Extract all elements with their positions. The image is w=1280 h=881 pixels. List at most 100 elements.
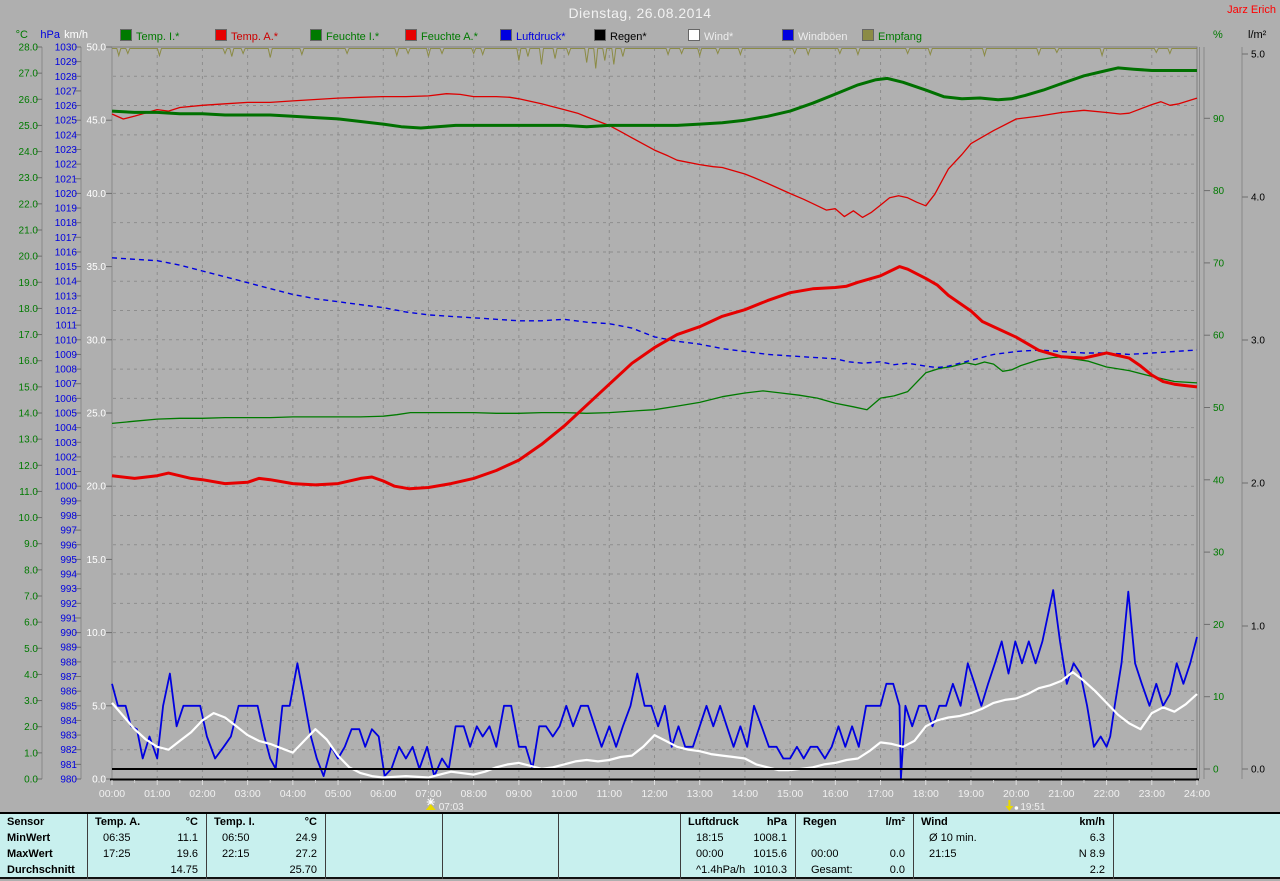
stats-cell-name: Wind [921, 816, 948, 828]
pct-tick-label: 70 [1213, 258, 1225, 269]
legend-item-regen-: Regen* [594, 29, 647, 43]
stats-column-empty-2 [325, 814, 443, 879]
legend-swatch [500, 29, 512, 41]
stats-row-label: Sensor [7, 816, 45, 828]
temp-tick-label: 23.0 [19, 173, 39, 184]
temp-tick-label: 9.0 [24, 539, 38, 550]
stats-column-temp-a-: Temp. A. °C 06:35 11.1 17:25 19.6 14.75 [87, 814, 207, 879]
hpa-tick-label: 1021 [55, 174, 78, 185]
x-tick-label: 06:00 [370, 788, 396, 800]
stats-cell-avg_label: Gesamt: [811, 864, 853, 876]
hpa-tick-label: 1002 [55, 452, 78, 463]
temp-tick-label: 13.0 [19, 435, 39, 446]
legend-item-feuchte-a-: Feuchte A.* [405, 29, 478, 43]
hpa-tick-label: 996 [60, 540, 77, 551]
sunrise-icon [425, 804, 436, 810]
hpa-tick-label: 1018 [55, 218, 78, 229]
stats-cell-max_time: 17:25 [103, 848, 131, 860]
stats-row-label: MinWert [7, 832, 51, 844]
weather-station-app: 0.0 1.0 2.0 3.0 4.0 5.0 6.0 7.0 8.0 9.0 10.0 11.0 12… [0, 0, 1280, 881]
stats-cell-avg_value: 0.0 [889, 864, 905, 876]
stats-cell-max_value: N 8.9 [1078, 848, 1105, 860]
stats-cell-unit: °C [185, 816, 198, 828]
temp-tick-label: 12.0 [19, 461, 39, 472]
x-tick-label: 20:00 [1003, 788, 1029, 800]
x-tick-label: 17:00 [867, 788, 893, 800]
temp-tick-label: 4.0 [24, 670, 38, 681]
kmh-tick-label: 15.0 [87, 555, 107, 566]
stats-column-empty-3 [442, 814, 559, 879]
lm2-tick-label: 3.0 [1251, 336, 1265, 347]
temp-tick-label: 26.0 [19, 95, 39, 106]
hpa-tick-label: 1010 [55, 335, 78, 346]
stats-row-label: MaxWert [7, 848, 53, 860]
sunset-icon [1005, 806, 1014, 811]
pct-tick-label: 60 [1213, 331, 1225, 342]
hpa-tick-label: 1003 [55, 438, 78, 449]
hpa-tick-label: 995 [60, 555, 77, 566]
chart-legend: Temp. I.* Temp. A.* Feuchte I.* Feuchte A.*… [0, 29, 1280, 43]
x-tick-label: 18:00 [913, 788, 939, 800]
hpa-tick-label: 1028 [55, 72, 78, 83]
hpa-tick-label: 1004 [55, 423, 78, 434]
legend-label: Feuchte I.* [326, 31, 380, 43]
pct-tick-label: 80 [1213, 186, 1225, 197]
hpa-tick-label: 1023 [55, 145, 78, 156]
pct-tick-label: 30 [1213, 548, 1225, 559]
hpa-tick-label: 1027 [55, 86, 78, 97]
kmh-tick-label: 5.0 [92, 701, 106, 712]
stats-cell-name: Regen [803, 816, 837, 828]
stats-cell-max_value: 19.6 [176, 848, 198, 860]
x-tick-label: 11:00 [597, 788, 623, 800]
hpa-tick-label: 990 [60, 628, 77, 639]
legend-item-feuchte-i-: Feuchte I.* [310, 29, 380, 43]
hpa-tick-label: 1011 [55, 321, 77, 332]
hpa-tick-label: 982 [60, 745, 77, 756]
temp-tick-label: 14.0 [19, 409, 39, 420]
stats-column-luftdruck: Luftdruck hPa 18:15 1008.1 00:00 1015.6 ^1.4hP… [680, 814, 796, 879]
stats-cell-max_time: 00:00 [811, 848, 839, 860]
legend-label: Wind* [704, 31, 734, 43]
temp-tick-label: 10.0 [19, 513, 39, 524]
station-owner-label: Jarz Erich [1227, 4, 1276, 16]
pct-tick-label: 90 [1213, 114, 1225, 125]
hpa-tick-label: 1007 [55, 379, 78, 390]
hpa-tick-label: 992 [60, 599, 77, 610]
hpa-tick-label: 984 [60, 716, 77, 727]
sunset-icon [1014, 806, 1019, 810]
stats-cell-max_time: 21:15 [929, 848, 957, 860]
stats-cell-max_value: 0.0 [889, 848, 905, 860]
temp-tick-label: 28.0 [19, 43, 39, 54]
pct-tick-label: 10 [1213, 692, 1225, 703]
legend-item-temp-i-: Temp. I.* [120, 29, 179, 43]
hpa-tick-label: 1006 [55, 394, 78, 405]
pct-tick-label: 40 [1213, 475, 1225, 486]
legend-label: Luftdruck* [516, 31, 566, 43]
hpa-tick-label: 1019 [55, 204, 78, 215]
legend-swatch [310, 29, 322, 41]
x-tick-label: 02:00 [189, 788, 215, 800]
stats-cell-min_time: 18:15 [696, 832, 724, 844]
hpa-tick-label: 994 [60, 570, 77, 581]
stats-column-temp-i-: Temp. I. °C 06:50 24.9 22:15 27.2 25.70 [206, 814, 326, 879]
stats-cell-min_time: 06:35 [103, 832, 131, 844]
legend-item-temp-a-: Temp. A.* [215, 29, 278, 43]
hpa-tick-label: 981 [60, 760, 77, 771]
hpa-tick-label: 997 [60, 526, 77, 537]
x-tick-label: 15:00 [777, 788, 803, 800]
x-tick-label: 08:00 [461, 788, 487, 800]
stats-column-wind: Wind km/h Ø 10 min. 6.3 21:15 N 8.9 2.2 [913, 814, 1114, 879]
legend-label: Regen* [610, 31, 647, 43]
temp-tick-label: 21.0 [19, 226, 39, 237]
kmh-tick-label: 20.0 [87, 482, 107, 493]
x-tick-label: 01:00 [144, 788, 170, 800]
sunset-time: 19:51 [1020, 802, 1045, 812]
weather-day-chart: 0.0 1.0 2.0 3.0 4.0 5.0 6.0 7.0 8.0 9.0 10.0 11.0 12… [16, 29, 1267, 812]
hpa-tick-label: 1012 [55, 306, 78, 317]
x-tick-label: 12:00 [641, 788, 667, 800]
stats-cell-max_time: 22:15 [222, 848, 250, 860]
hpa-tick-label: 1013 [55, 291, 78, 302]
kmh-tick-label: 40.0 [87, 189, 107, 200]
kmh-tick-label: 10.0 [87, 628, 107, 639]
hpa-tick-label: 1026 [55, 101, 78, 112]
